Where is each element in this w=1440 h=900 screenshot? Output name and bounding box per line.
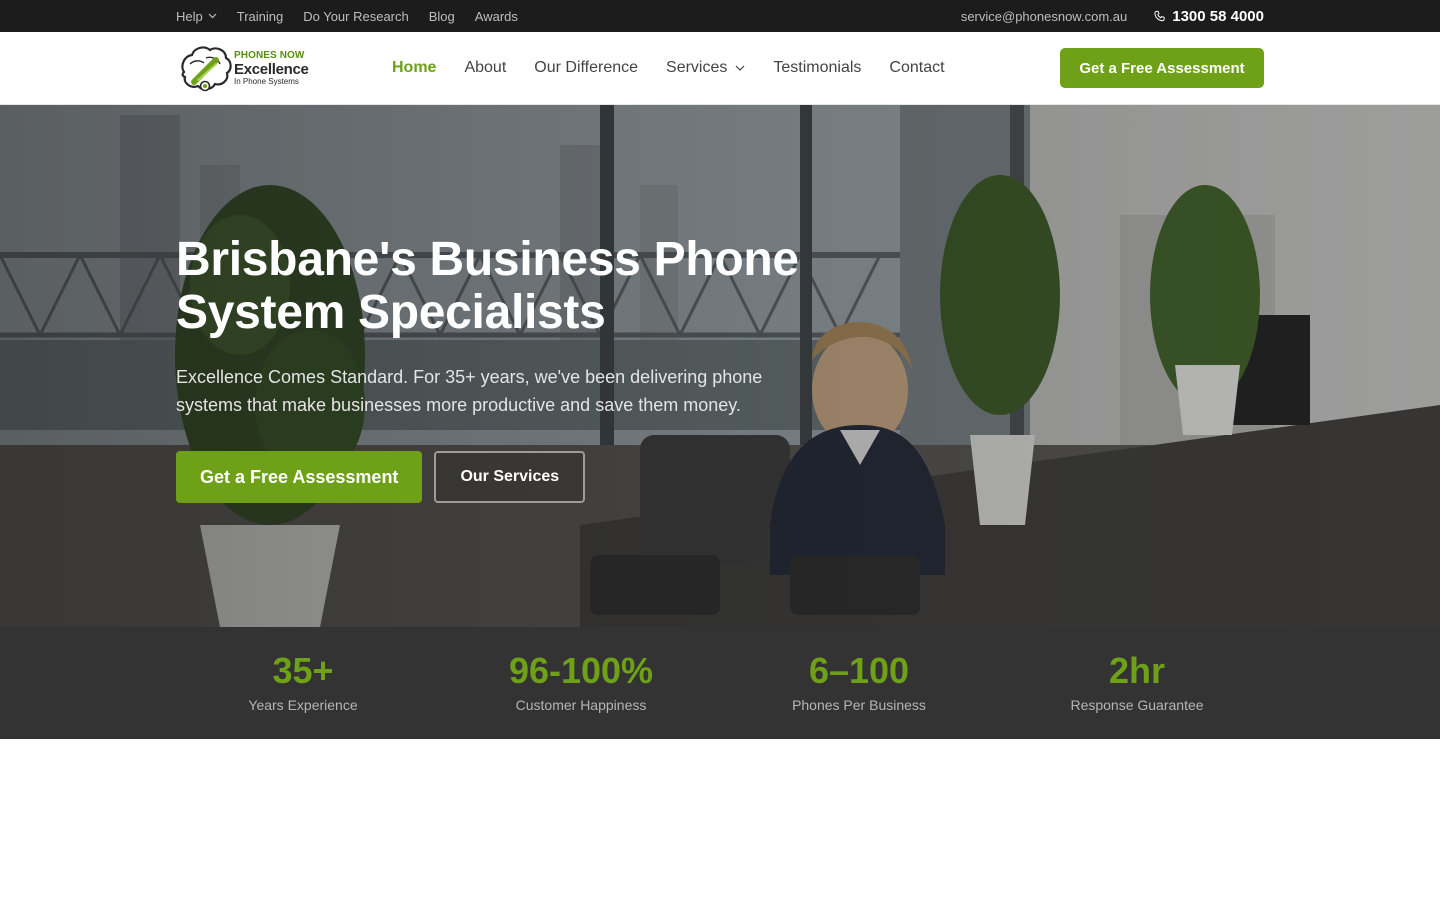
- chevron-down-icon: [735, 65, 745, 71]
- phone-icon: [1154, 10, 1165, 21]
- stat-item: 6–100 Phones Per Business: [729, 649, 989, 713]
- logo-brand: PHONES NOW: [234, 49, 305, 61]
- logo-mark-icon: [181, 46, 232, 92]
- utility-link-label: Awards: [474, 8, 518, 24]
- stat-label: Phones Per Business: [792, 697, 926, 713]
- hero-content: Brisbane's Business Phone System Special…: [176, 233, 876, 503]
- utility-link-label: Help: [176, 8, 203, 24]
- utility-nav: Help Training Do Your Research Blog Awar…: [176, 9, 518, 24]
- hero-title: Brisbane's Business Phone System Special…: [176, 233, 876, 339]
- stat-value: 35+: [272, 650, 334, 691]
- main-header: PHONES NOW Excellence In Phone Systems H…: [0, 32, 1440, 105]
- our-services-button[interactable]: Our Services: [434, 451, 586, 503]
- hero-actions: Get a Free Assessment Our Services: [176, 451, 876, 503]
- stat-value: 96-100%: [508, 650, 654, 691]
- utility-link-label: Blog: [428, 8, 455, 24]
- utility-bar: Help Training Do Your Research Blog Awar…: [0, 0, 1440, 32]
- utility-link-training[interactable]: Training: [237, 9, 283, 24]
- nav-testimonials[interactable]: Testimonials: [773, 59, 861, 77]
- stat-label: Years Experience: [248, 697, 358, 713]
- utility-link-label: Do Your Research: [303, 8, 409, 24]
- email-link[interactable]: service@phonesnow.com.au: [961, 9, 1127, 24]
- nav-contact[interactable]: Contact: [889, 59, 944, 77]
- nav-about[interactable]: About: [464, 59, 506, 77]
- stat-item: 35+ Years Experience: [173, 649, 433, 713]
- utility-link-blog[interactable]: Blog: [429, 9, 455, 24]
- hero-assessment-button[interactable]: Get a Free Assessment: [176, 451, 423, 503]
- nav-our-difference[interactable]: Our Difference: [534, 59, 638, 77]
- nav-home[interactable]: Home: [392, 59, 436, 77]
- nav-label: Services: [666, 59, 728, 76]
- header-assessment-button[interactable]: Get a Free Assessment: [1060, 48, 1264, 88]
- phone-link[interactable]: 1300 58 4000: [1153, 8, 1264, 25]
- stat-label: Customer Happiness: [515, 697, 647, 713]
- utility-contact: service@phonesnow.com.au 1300 58 4000: [961, 8, 1264, 25]
- hero-title-line: System Specialists: [176, 286, 606, 339]
- logo-subtagline: In Phone Systems: [234, 76, 299, 86]
- stats-bar: 35+ Years Experience 96-100% Customer Ha…: [0, 627, 1440, 739]
- chevron-down-icon: [208, 13, 217, 19]
- stat-value: 6–100: [808, 650, 910, 691]
- utility-link-help[interactable]: Help: [176, 9, 217, 24]
- stat-item: 96-100% Customer Happiness: [451, 649, 711, 713]
- stat-item: 2hr Response Guarantee: [1007, 649, 1267, 713]
- phone-number: 1300 58 4000: [1172, 7, 1264, 25]
- utility-link-awards[interactable]: Awards: [475, 9, 518, 24]
- stat-value: 2hr: [1108, 650, 1166, 691]
- nav-services[interactable]: Services: [666, 59, 745, 77]
- utility-link-label: Training: [236, 8, 284, 24]
- hero-title-line: Brisbane's Business Phone: [176, 233, 799, 286]
- logo[interactable]: PHONES NOW Excellence In Phone Systems: [176, 42, 310, 94]
- stat-label: Response Guarantee: [1070, 697, 1204, 713]
- main-nav: Home About Our Difference Services Testi…: [392, 32, 945, 104]
- hero-subtitle: Excellence Comes Standard. For 35+ years…: [176, 367, 763, 415]
- hero-section: Brisbane's Business Phone System Special…: [0, 105, 1440, 627]
- logo-text: PHONES NOW Excellence In Phone Systems: [234, 49, 309, 86]
- utility-link-research[interactable]: Do Your Research: [303, 9, 409, 24]
- logo-tagline: Excellence: [234, 60, 309, 78]
